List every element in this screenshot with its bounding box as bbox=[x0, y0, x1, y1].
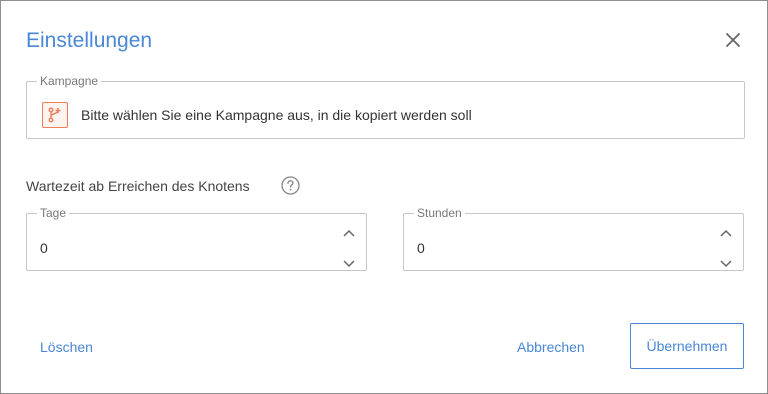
campaign-branch-icon bbox=[42, 102, 68, 128]
close-icon[interactable] bbox=[721, 28, 745, 52]
help-icon[interactable] bbox=[281, 176, 300, 195]
delete-button[interactable]: Löschen bbox=[40, 339, 93, 355]
wait-time-label: Wartezeit ab Erreichen des Knotens bbox=[26, 178, 250, 194]
apply-button[interactable]: Übernehmen bbox=[630, 323, 744, 369]
dialog-title: Einstellungen bbox=[26, 29, 153, 52]
chevron-down-icon[interactable] bbox=[719, 256, 733, 268]
cancel-button[interactable]: Abbrechen bbox=[517, 339, 585, 355]
hours-legend: Stunden bbox=[417, 206, 462, 220]
chevron-up-icon[interactable] bbox=[342, 225, 356, 237]
chevron-down-icon[interactable] bbox=[342, 256, 356, 268]
hours-value[interactable]: 0 bbox=[417, 240, 425, 256]
campaign-placeholder: Bitte wählen Sie eine Kampagne aus, in d… bbox=[81, 107, 472, 123]
days-value[interactable]: 0 bbox=[40, 240, 48, 256]
campaign-legend: Kampagne bbox=[40, 74, 99, 88]
settings-dialog: Einstellungen Kampagne Bitte wählen Sie … bbox=[0, 0, 768, 394]
days-legend: Tage bbox=[40, 206, 67, 220]
campaign-select[interactable]: Kampagne Bitte wählen Sie eine Kampagne … bbox=[26, 75, 745, 139]
days-stepper[interactable]: Tage 0 bbox=[26, 207, 367, 271]
hours-stepper[interactable]: Stunden 0 bbox=[403, 207, 744, 271]
chevron-up-icon[interactable] bbox=[719, 225, 733, 237]
